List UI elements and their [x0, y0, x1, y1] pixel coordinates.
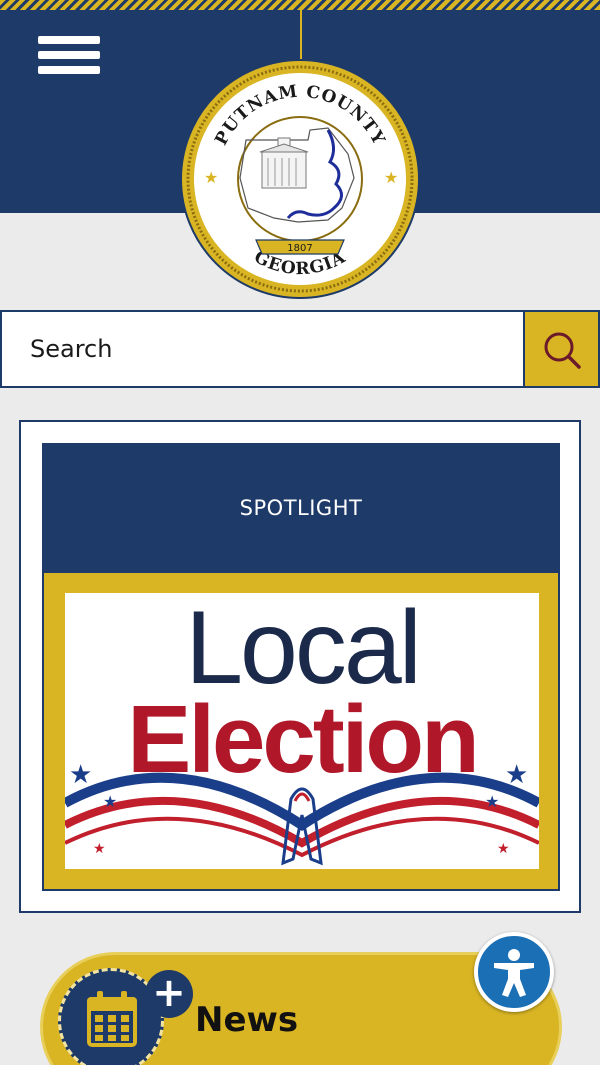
news-label: News [195, 1000, 299, 1040]
accessibility-icon [494, 949, 534, 997]
hamburger-menu-button[interactable] [38, 36, 100, 82]
svg-text:★: ★ [497, 841, 510, 857]
election-ribbon-graphic: ★ ★ ★ ★ ★ ★ [65, 760, 539, 869]
spotlight-heading: SPOTLIGHT [42, 443, 560, 574]
svg-text:★: ★ [505, 760, 528, 790]
hamburger-icon [38, 36, 100, 44]
seal-year: 1807 [287, 243, 312, 254]
county-seal-logo[interactable]: PUTNAM COUNTY GEORGIA ★ ★ 1807 [178, 58, 422, 300]
svg-text:★: ★ [103, 792, 117, 811]
search-bar [0, 310, 600, 388]
search-button[interactable] [523, 310, 600, 388]
calendar-icon [87, 991, 137, 1047]
svg-text:★: ★ [93, 841, 106, 857]
local-election-image[interactable]: Local Election ★ ★ ★ ★ ★ ★ [65, 593, 539, 869]
spotlight-card: SPOTLIGHT Local Election ★ ★ ★ ★ ★ ★ [19, 420, 581, 913]
news-plus-icon: + [145, 970, 193, 1018]
svg-text:★: ★ [485, 792, 499, 811]
spotlight-body: Local Election ★ ★ ★ ★ ★ ★ [42, 573, 560, 891]
svg-text:★: ★ [204, 168, 218, 187]
top-decorative-stripe [0, 0, 600, 10]
seal-hang-line [300, 10, 302, 60]
svg-text:★: ★ [384, 168, 398, 187]
accessibility-button[interactable] [474, 932, 554, 1012]
search-icon [544, 332, 581, 369]
search-input[interactable] [0, 310, 525, 388]
svg-text:★: ★ [69, 760, 92, 790]
